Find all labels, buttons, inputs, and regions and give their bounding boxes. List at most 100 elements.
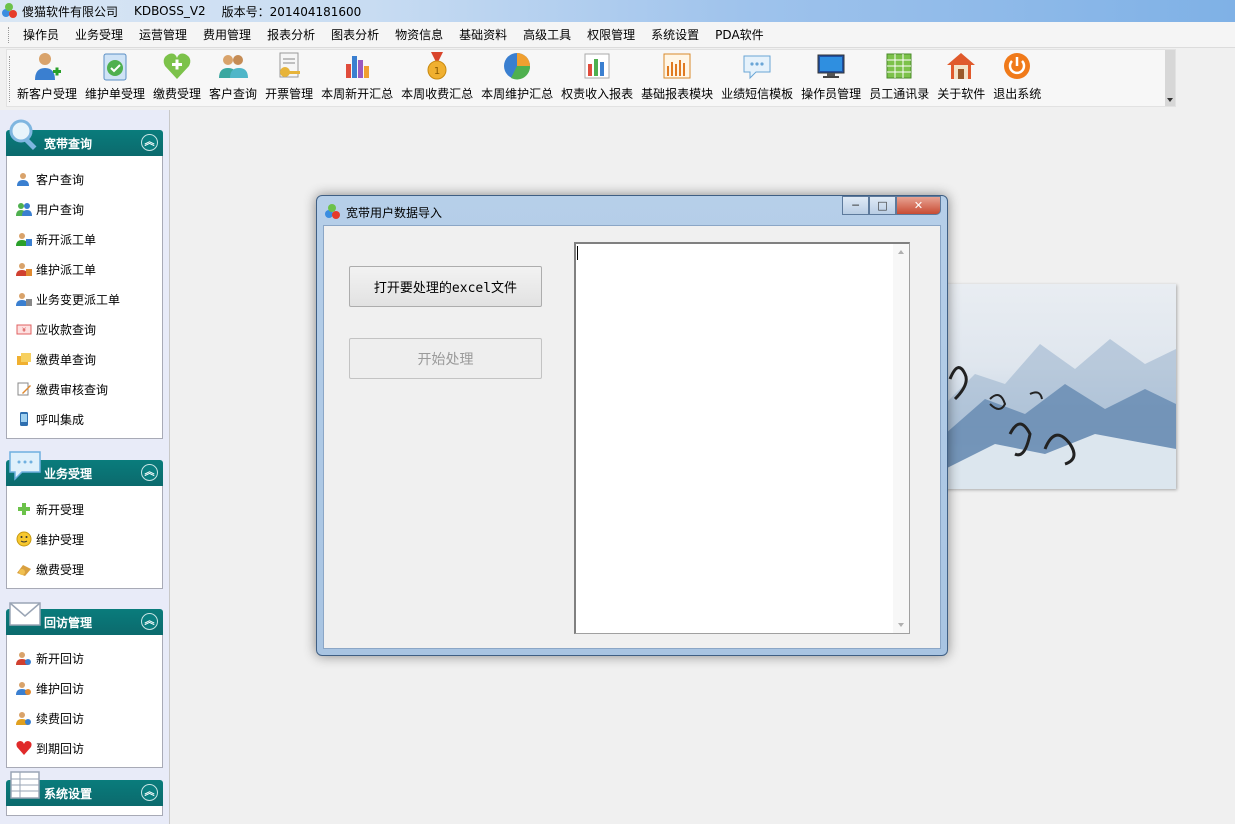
collapse-chevron-icon[interactable]: ︽ bbox=[141, 784, 158, 801]
toolbar-items: 新客户受理 维护单受理 缴费受理 客户查询 开票管理 本周新开汇总 1 本周收费汇总 本周维护汇… bbox=[13, 50, 1045, 106]
nav-item[interactable]: 呼叫集成 bbox=[7, 404, 162, 434]
company-name: 傻猫软件有限公司 bbox=[22, 4, 119, 19]
close-button[interactable]: ✕ bbox=[896, 196, 941, 215]
nav-item[interactable]: 维护受理 bbox=[7, 524, 162, 554]
toolbar-button[interactable]: 关于软件 bbox=[933, 50, 989, 106]
minimize-button[interactable]: ─ bbox=[842, 196, 869, 215]
text-caret bbox=[577, 246, 578, 260]
toolbar-button[interactable]: 本周新开汇总 bbox=[317, 50, 397, 106]
nav-item[interactable]: 续费回访 bbox=[7, 703, 162, 733]
payment-icon bbox=[16, 351, 32, 367]
menu-item[interactable]: 运营管理 bbox=[131, 26, 195, 43]
toolbar-button[interactable]: 缴费受理 bbox=[149, 50, 205, 106]
log-textarea[interactable] bbox=[574, 242, 910, 634]
envelope-icon bbox=[8, 597, 42, 631]
app-logo-icon bbox=[2, 3, 18, 19]
menu-item[interactable]: 权限管理 bbox=[579, 26, 643, 43]
toolbar-button[interactable]: 客户查询 bbox=[205, 50, 261, 106]
log-scrollbar[interactable] bbox=[893, 244, 909, 633]
scroll-up-arrow-icon[interactable] bbox=[898, 250, 904, 254]
nav-group-header[interactable]: 业务受理 ︽ bbox=[6, 451, 163, 486]
svg-text:1: 1 bbox=[434, 66, 440, 77]
toolbar-button-label: 本周新开汇总 bbox=[321, 87, 394, 101]
toolbar: 新客户受理 维护单受理 缴费受理 客户查询 开票管理 本周新开汇总 1 本周收费汇总 本周维护汇… bbox=[6, 49, 1176, 107]
menubar-grip[interactable] bbox=[8, 26, 11, 43]
checklist-icon bbox=[99, 50, 131, 82]
nav-item[interactable]: 用户查询 bbox=[7, 194, 162, 224]
nav-group: 回访管理 ︽ 新开回访维护回访续费回访到期回访 bbox=[6, 602, 163, 768]
nav-item[interactable]: 缴费受理 bbox=[7, 554, 162, 584]
start-processing-button[interactable]: 开始处理 bbox=[349, 338, 542, 379]
toolbar-button[interactable]: 权责收入报表 bbox=[557, 50, 637, 106]
menu-item[interactable]: 操作员 bbox=[15, 26, 67, 43]
report-chart-icon bbox=[661, 50, 693, 82]
toolbar-button-label: 权责收入报表 bbox=[561, 87, 634, 101]
toolbar-button[interactable]: 业绩短信模板 bbox=[717, 50, 797, 106]
toolbar-button[interactable]: 操作员管理 bbox=[797, 50, 865, 106]
nav-item[interactable]: 维护派工单 bbox=[7, 254, 162, 284]
nav-item-label: 到期回访 bbox=[36, 741, 85, 756]
toolbar-button-label: 新客户受理 bbox=[17, 87, 78, 101]
collapse-chevron-icon[interactable]: ︽ bbox=[141, 464, 158, 481]
left-navigation-panel: 宽带查询 ︽ 客户查询用户查询新开派工单 维护派工单 业务变更派工单 ¥ 应收款查询缴费单查… bbox=[0, 110, 170, 824]
toolbar-button-label: 缴费受理 bbox=[153, 87, 202, 101]
toolbar-button[interactable]: 维护单受理 bbox=[81, 50, 149, 106]
nav-item-label: 应收款查询 bbox=[36, 322, 97, 337]
nav-item[interactable]: 客户查询 bbox=[7, 164, 162, 194]
nav-item[interactable]: 业务变更派工单 bbox=[7, 284, 162, 314]
open-excel-button[interactable]: 打开要处理的excel文件 bbox=[349, 266, 542, 307]
menu-item[interactable]: 图表分析 bbox=[323, 26, 387, 43]
toolbar-button[interactable]: 退出系统 bbox=[989, 50, 1045, 106]
toolbar-button[interactable]: 1 本周收费汇总 bbox=[397, 50, 477, 106]
nav-item[interactable]: 新开回访 bbox=[7, 643, 162, 673]
nav-item[interactable]: 新开派工单 bbox=[7, 224, 162, 254]
toolbar-button[interactable]: 本周维护汇总 bbox=[477, 50, 557, 106]
scroll-down-arrow-icon[interactable] bbox=[898, 623, 904, 627]
nav-group-body: 新开受理 维护受理 缴费受理 bbox=[6, 486, 163, 589]
nav-item[interactable]: 维护回访 bbox=[7, 673, 162, 703]
nav-item-label: 用户查询 bbox=[36, 202, 85, 217]
menu-item[interactable]: 报表分析 bbox=[259, 26, 323, 43]
toolbar-button-label: 维护单受理 bbox=[85, 87, 146, 101]
receivable-icon: ¥ bbox=[16, 321, 32, 337]
message-bubble-icon bbox=[741, 50, 773, 82]
version-label: 版本号：201404181600 bbox=[221, 4, 362, 19]
nav-item[interactable]: 新开受理 bbox=[7, 494, 162, 524]
menu-item[interactable]: 高级工具 bbox=[515, 26, 579, 43]
nav-item[interactable]: 到期回访 bbox=[7, 733, 162, 763]
nav-group: 业务受理 ︽ 新开受理 维护受理 缴费受理 bbox=[6, 451, 163, 589]
nav-group-header[interactable]: 宽带查询 ︽ bbox=[6, 119, 163, 156]
toolbar-button[interactable]: 基础报表模块 bbox=[637, 50, 717, 106]
menu-item[interactable]: 费用管理 bbox=[195, 26, 259, 43]
collapse-chevron-icon[interactable]: ︽ bbox=[141, 134, 158, 151]
toolbar-grip[interactable] bbox=[9, 56, 11, 102]
maximize-button[interactable]: □ bbox=[869, 196, 896, 215]
monitor-icon bbox=[815, 50, 847, 82]
nav-item[interactable]: 缴费单查询 bbox=[7, 344, 162, 374]
nav-item-label: 维护回访 bbox=[36, 681, 85, 696]
nav-item-label: 续费回访 bbox=[36, 711, 85, 726]
toolbar-overflow-button[interactable] bbox=[1165, 50, 1175, 106]
nav-group-header[interactable]: 回访管理 ︽ bbox=[6, 602, 163, 635]
table-icon bbox=[8, 768, 42, 802]
pie-chart-icon bbox=[501, 50, 533, 82]
nav-item[interactable]: 缴费审核查询 bbox=[7, 374, 162, 404]
toolbar-button[interactable]: 新客户受理 bbox=[13, 50, 81, 106]
menu-item[interactable]: 基础资料 bbox=[451, 26, 515, 43]
nav-item-label: 缴费单查询 bbox=[36, 352, 97, 367]
nav-item-label: 呼叫集成 bbox=[36, 412, 85, 427]
svg-text:¥: ¥ bbox=[22, 327, 26, 334]
nav-group-header[interactable]: 系统设置 ︽ bbox=[6, 771, 163, 806]
menu-item[interactable]: 系统设置 bbox=[643, 26, 707, 43]
menu-item[interactable]: 业务受理 bbox=[67, 26, 131, 43]
collapse-chevron-icon[interactable]: ︽ bbox=[141, 613, 158, 630]
window-controls: ─ □ ✕ bbox=[842, 196, 941, 215]
users-icon bbox=[217, 50, 249, 82]
menu-item[interactable]: 物资信息 bbox=[387, 26, 451, 43]
nav-item[interactable]: ¥ 应收款查询 bbox=[7, 314, 162, 344]
menu-item[interactable]: PDA软件 bbox=[707, 26, 771, 43]
nav-group-title: 业务受理 bbox=[44, 466, 93, 481]
toolbar-button[interactable]: 开票管理 bbox=[261, 50, 317, 106]
nav-group-title: 系统设置 bbox=[44, 786, 93, 801]
toolbar-button[interactable]: 员工通讯录 bbox=[865, 50, 933, 106]
